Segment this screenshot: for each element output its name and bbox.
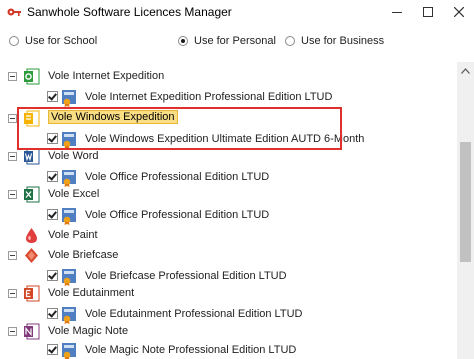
vertical-scrollbar[interactable] (457, 62, 474, 359)
tree-license-row[interactable]: Vole Office Professional Edition LTUD (1, 205, 456, 227)
radio-circle[interactable] (9, 36, 19, 46)
maximize-button[interactable] (413, 0, 443, 24)
collapse-toggle[interactable] (8, 327, 17, 336)
license-certificate-icon (62, 208, 76, 225)
tree-category-row[interactable]: Vole Excel (1, 184, 456, 206)
internet-expedition-icon (24, 68, 40, 85)
licence-manager-window: Sanwhole Software Licences Manager Use f… (0, 0, 474, 359)
tree-category-row[interactable]: Vole Paint (1, 225, 456, 247)
collapse-toggle[interactable] (8, 152, 17, 161)
license-label: Vole Briefcase Professional Edition LTUD (85, 270, 287, 282)
collapse-toggle[interactable] (8, 72, 17, 81)
tree-license-row[interactable]: Vole Internet Expedition Professional Ed… (1, 87, 456, 109)
excel-icon (24, 186, 40, 203)
radio-use-for-school[interactable]: Use for School (9, 35, 97, 47)
collapse-toggle[interactable] (8, 114, 17, 123)
radio-use-for-personal[interactable]: Use for Personal (178, 35, 276, 47)
radio-label: Use for Business (301, 35, 385, 47)
title-bar[interactable]: Sanwhole Software Licences Manager (0, 0, 474, 24)
radio-use-for-business[interactable]: Use for Business (285, 35, 384, 47)
license-label: Vole Office Professional Edition LTUD (85, 171, 270, 183)
radio-label: Use for Personal (194, 35, 276, 47)
license-checkbox[interactable] (47, 308, 58, 319)
license-checkbox[interactable] (47, 209, 58, 220)
key-icon (7, 8, 21, 16)
tree-category-row[interactable]: Vole Internet Expedition (1, 66, 456, 88)
category-label: Vole Edutainment (48, 287, 135, 299)
paint-icon (26, 228, 37, 243)
license-certificate-icon (62, 90, 76, 107)
license-label: Vole Edutainment Professional Edition LT… (85, 308, 303, 320)
license-label: Vole Office Professional Edition LTUD (85, 209, 270, 221)
license-certificate-icon (62, 343, 76, 359)
highlight-annotation-box (17, 107, 342, 150)
scroll-up-button[interactable] (457, 62, 474, 79)
radio-label: Use for School (25, 35, 98, 47)
briefcase-icon (25, 248, 38, 263)
category-label: Vole Paint (48, 229, 98, 241)
scroll-thumb[interactable] (460, 142, 471, 262)
maximize-icon (423, 7, 433, 17)
minimize-button[interactable] (382, 0, 412, 24)
category-label: Vole Internet Expedition (48, 70, 165, 82)
tree-category-row[interactable]: Vole Edutainment (1, 283, 456, 305)
tree-license-row[interactable]: Vole Magic Note Professional Edition LTU… (1, 340, 456, 359)
close-icon (454, 7, 464, 17)
collapse-toggle[interactable] (8, 289, 17, 298)
category-label: Vole Word (48, 150, 99, 162)
tree-category-row[interactable]: Vole Briefcase (1, 245, 456, 267)
minimize-icon (392, 12, 402, 13)
license-checkbox[interactable] (47, 171, 58, 182)
radio-circle-selected[interactable] (178, 36, 188, 46)
license-label: Vole Magic Note Professional Edition LTU… (85, 344, 297, 356)
category-label: Vole Magic Note (48, 325, 129, 337)
collapse-toggle[interactable] (8, 190, 17, 199)
collapse-toggle[interactable] (8, 251, 17, 260)
edutainment-icon (24, 285, 40, 302)
license-checkbox[interactable] (47, 344, 58, 355)
category-label: Vole Excel (48, 188, 100, 200)
radio-circle[interactable] (285, 36, 295, 46)
license-checkbox[interactable] (47, 270, 58, 281)
word-icon (24, 148, 40, 165)
chevron-up-icon (461, 67, 470, 74)
magic-note-icon (24, 323, 40, 340)
window-title: Sanwhole Software Licences Manager (27, 5, 232, 19)
close-button[interactable] (444, 0, 474, 24)
usage-radio-group: Use for School Use for Personal Use for … (0, 32, 474, 52)
license-label: Vole Internet Expedition Professional Ed… (85, 91, 333, 103)
category-label: Vole Briefcase (48, 249, 119, 261)
license-checkbox[interactable] (47, 91, 58, 102)
